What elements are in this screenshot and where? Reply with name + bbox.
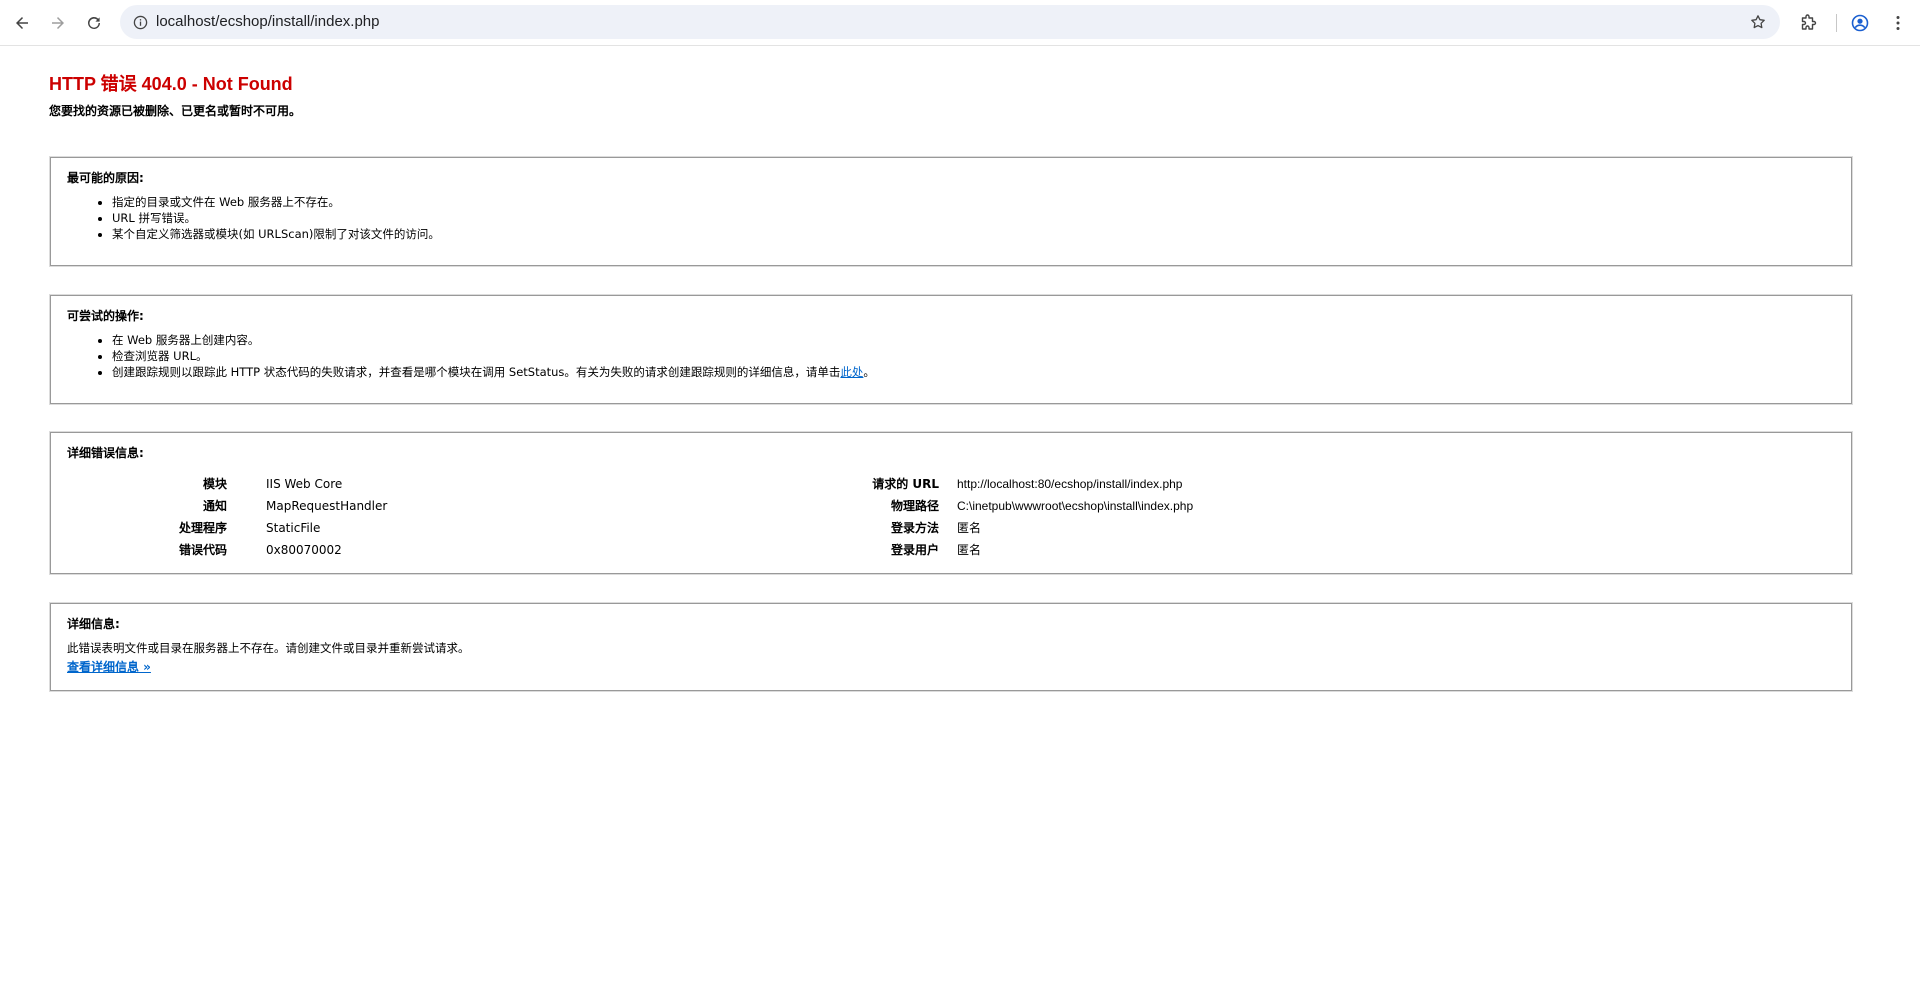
- browser-toolbar: localhost/ecshop/install/index.php: [0, 0, 1920, 46]
- toolbar-divider: [1836, 14, 1837, 32]
- forward-button[interactable]: [44, 9, 72, 37]
- bookmark-star-icon[interactable]: [1746, 10, 1770, 34]
- detail-value: http://localhost:80/ecshop/install/index…: [957, 477, 1183, 491]
- detail-label: 请求的 URL: [872, 477, 939, 491]
- detail-value: 匿名: [957, 543, 982, 557]
- profile-avatar-icon[interactable]: [1846, 9, 1874, 37]
- detail-label: 物理路径: [890, 499, 939, 513]
- trace-rule-text: 创建跟踪规则以跟踪此 HTTP 状态代码的失败请求，并查看是哪个模块在调用 Se…: [112, 365, 841, 379]
- detail-label: 登录用户: [890, 543, 939, 557]
- moreinfo-box: 详细信息: 此错误表明文件或目录在服务器上不存在。请创建文件或目录并重新尝试请求…: [50, 603, 1852, 691]
- detail-label: 错误代码: [178, 543, 227, 557]
- error-header: HTTP 错误 404.0 - Not Found 您要找的资源已被删除、已更名…: [49, 73, 1849, 119]
- arrow-left-icon: [16, 17, 28, 29]
- detail-value: MapRequestHandler: [266, 499, 388, 513]
- detail-label: 通知: [202, 499, 227, 513]
- detail-value: 匿名: [957, 521, 982, 535]
- url-text[interactable]: localhost/ecshop/install/index.php: [156, 5, 1716, 39]
- extensions-puzzle-icon[interactable]: [1794, 9, 1822, 37]
- detail-value: IIS Web Core: [266, 477, 343, 491]
- kebab-menu-icon[interactable]: [1884, 9, 1912, 37]
- causes-box: 最可能的原因: 指定的目录或文件在 Web 服务器上不存在。 URL 拼写错误。…: [50, 157, 1852, 266]
- arrow-right-icon: [52, 17, 64, 29]
- actions-heading: 可尝试的操作:: [67, 309, 144, 323]
- list-item: 检查浏览器 URL。: [112, 348, 1835, 364]
- actions-list: 在 Web 服务器上创建内容。 检查浏览器 URL。 创建跟踪规则以跟踪此 HT…: [67, 332, 1835, 380]
- detail-label: 登录方法: [890, 521, 939, 535]
- actions-box: 可尝试的操作: 在 Web 服务器上创建内容。 检查浏览器 URL。 创建跟踪规…: [50, 295, 1852, 404]
- list-item: 创建跟踪规则以跟踪此 HTTP 状态代码的失败请求，并查看是哪个模块在调用 Se…: [112, 364, 1835, 380]
- list-item: URL 拼写错误。: [112, 210, 1835, 226]
- page-subtitle: 您要找的资源已被删除、已更名或暂时不可用。: [49, 104, 302, 118]
- table-row: 处理程序 StaticFile 登录方法 匿名: [67, 517, 1827, 539]
- details-box: 详细错误信息: 模块 IIS Web Core 请求的 URL http://l…: [50, 432, 1852, 574]
- detail-label: 处理程序: [178, 521, 227, 535]
- causes-heading: 最可能的原因:: [67, 171, 144, 185]
- table-row: 错误代码 0x80070002 登录用户 匿名: [67, 539, 1827, 561]
- address-bar[interactable]: localhost/ecshop/install/index.php: [120, 5, 1780, 39]
- back-button[interactable]: [8, 9, 36, 37]
- moreinfo-heading: 详细信息:: [67, 617, 120, 631]
- page-title: HTTP 错误 404.0 - Not Found: [49, 74, 293, 94]
- causes-list: 指定的目录或文件在 Web 服务器上不存在。 URL 拼写错误。 某个自定义筛选…: [67, 194, 1835, 242]
- list-item: 指定的目录或文件在 Web 服务器上不存在。: [112, 194, 1835, 210]
- detail-value: C:\inetpub\wwwroot\ecshop\install\index.…: [957, 499, 1194, 513]
- table-row: 通知 MapRequestHandler 物理路径 C:\inetpub\www…: [67, 495, 1827, 517]
- view-more-info-link[interactable]: 查看详细信息 »: [67, 660, 151, 674]
- detail-label: 模块: [202, 477, 227, 491]
- list-item: 在 Web 服务器上创建内容。: [112, 332, 1835, 348]
- site-info-icon[interactable]: [128, 10, 152, 34]
- table-row: 模块 IIS Web Core 请求的 URL http://localhost…: [67, 473, 1827, 495]
- trace-rule-link[interactable]: 此处: [840, 365, 863, 379]
- list-item: 某个自定义筛选器或模块(如 URLScan)限制了对该文件的访问。: [112, 226, 1835, 242]
- trace-rule-suffix: 。: [863, 365, 875, 379]
- moreinfo-text: 此错误表明文件或目录在服务器上不存在。请创建文件或目录并重新尝试请求。: [67, 641, 470, 655]
- details-heading: 详细错误信息:: [67, 446, 144, 460]
- detail-value: 0x80070002: [266, 543, 342, 557]
- detail-value: StaticFile: [266, 521, 321, 535]
- reload-button[interactable]: [80, 9, 108, 37]
- reload-icon: [88, 16, 100, 29]
